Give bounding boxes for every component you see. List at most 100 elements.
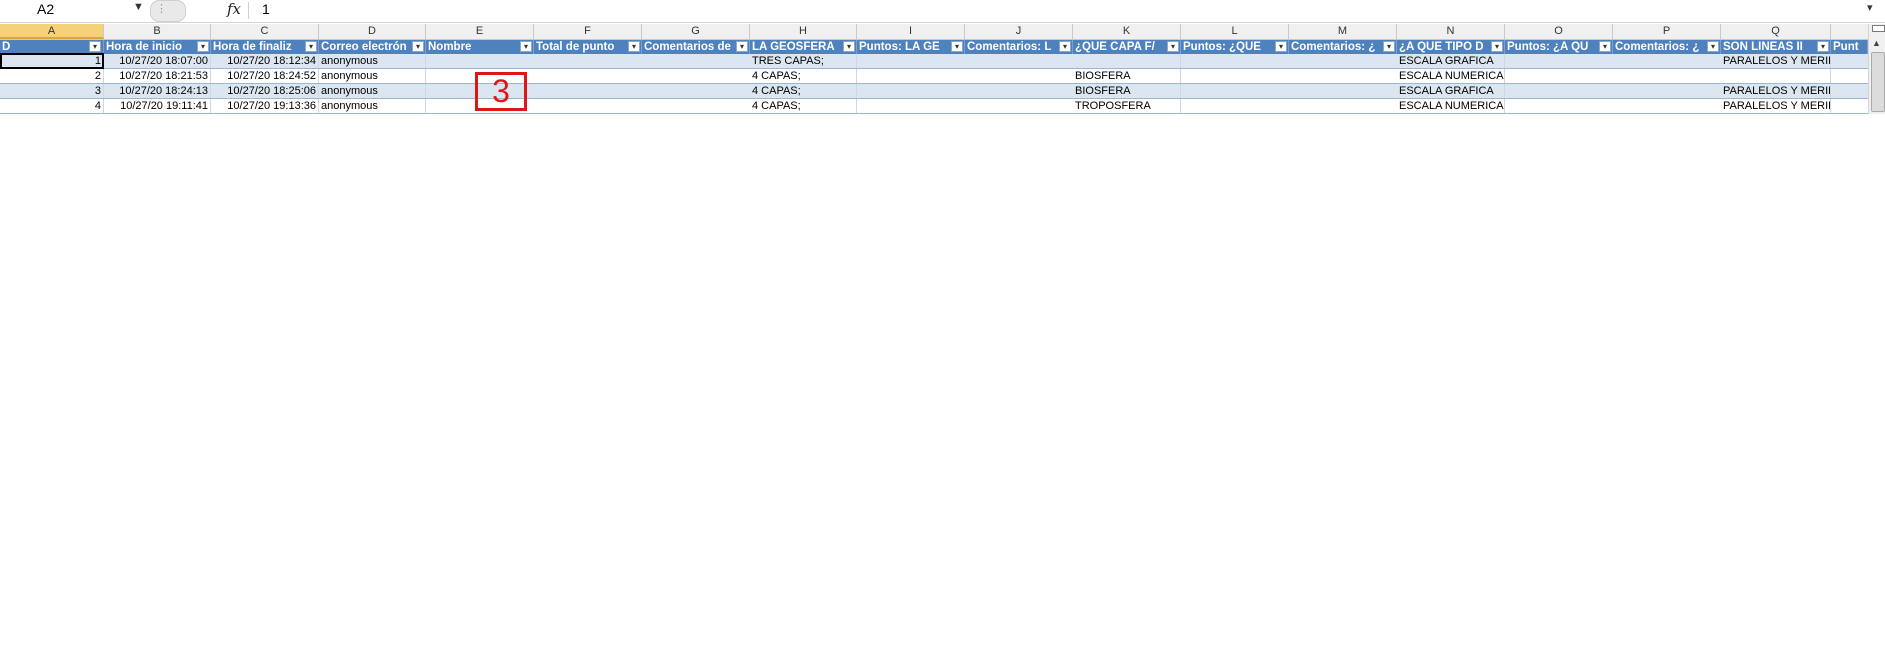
header-label: Comentarios: ¿ xyxy=(1615,41,1700,53)
table-header-cell[interactable]: Puntos: LA GE xyxy=(857,40,965,54)
cell-geosfera[interactable]: 4 CAPAS; xyxy=(750,84,857,98)
column-header-e[interactable]: E xyxy=(426,24,534,39)
filter-dropdown-icon[interactable]: ▾ xyxy=(1167,41,1179,52)
cell-start-time[interactable]: 10/27/20 19:11:41 xyxy=(104,99,211,113)
filter-dropdown-icon[interactable]: ▾ xyxy=(1817,41,1829,52)
cell-email[interactable]: anonymous xyxy=(319,69,426,83)
column-header-m[interactable]: M xyxy=(1289,24,1397,39)
cell-id[interactable]: 4 xyxy=(0,99,104,113)
column-header-o[interactable]: O xyxy=(1505,24,1613,39)
table-row: 1 10/27/20 18:07:00 10/27/20 18:12:34 an… xyxy=(0,54,1868,68)
cell-end-time[interactable]: 10/27/20 18:12:34 xyxy=(211,54,319,68)
filter-dropdown-icon[interactable]: ▾ xyxy=(1707,41,1719,52)
cell-id[interactable]: 2 xyxy=(0,69,104,83)
filter-dropdown-icon[interactable]: ▾ xyxy=(843,41,855,52)
column-header-k[interactable]: K xyxy=(1073,24,1181,39)
table-header-cell[interactable]: Hora de inicio xyxy=(104,40,211,54)
filter-dropdown-icon[interactable]: ▾ xyxy=(1275,41,1287,52)
filter-dropdown-icon[interactable]: ▾ xyxy=(305,41,317,52)
cell-capa[interactable]: BIOSFERA xyxy=(1073,69,1181,83)
table-header-cell[interactable]: Comentarios: ¿ xyxy=(1613,40,1721,54)
column-header-c[interactable]: C xyxy=(211,24,319,39)
header-label: SON LINEAS II xyxy=(1723,41,1803,53)
table-header-row: D ▾ Hora de inicio ▾ Hora de finaliz ▾ C… xyxy=(0,40,1868,54)
filter-dropdown-icon[interactable]: ▾ xyxy=(412,41,424,52)
cell-capa[interactable]: TROPOSFERA xyxy=(1073,99,1181,113)
table-header-cell[interactable]: Correo electrón xyxy=(319,40,426,54)
filter-dropdown-icon[interactable]: ▾ xyxy=(628,41,640,52)
insert-function-icon[interactable]: fx xyxy=(227,0,241,18)
table-header-cell[interactable]: Total de punto xyxy=(534,40,642,54)
column-header-a[interactable]: A xyxy=(0,24,104,39)
table-header-cell[interactable]: LA GEOSFERA xyxy=(750,40,857,54)
header-label: Correo electrón xyxy=(321,41,407,53)
table-header-cell[interactable]: ¿A QUE TIPO D xyxy=(1397,40,1505,54)
table-header-cell[interactable]: Hora de finaliz xyxy=(211,40,319,54)
column-header-b[interactable]: B xyxy=(104,24,211,39)
column-header-j[interactable]: J xyxy=(965,24,1073,39)
header-label: Puntos: ¿QUE xyxy=(1183,41,1261,53)
header-label: Comentarios: L xyxy=(967,41,1052,53)
filter-dropdown-icon[interactable]: ▾ xyxy=(1383,41,1395,52)
cell-geosfera[interactable]: TRES CAPAS; xyxy=(750,54,857,68)
filter-dropdown-icon[interactable]: ▾ xyxy=(1059,41,1071,52)
cell-lineas[interactable]: PARALELOS Y MERIDIAN xyxy=(1721,99,1831,113)
cell-geosfera[interactable]: 4 CAPAS; xyxy=(750,99,857,113)
cell-end-time[interactable]: 10/27/20 18:25:06 xyxy=(211,84,319,98)
filter-dropdown-icon[interactable]: ▾ xyxy=(89,41,101,52)
cell-email[interactable]: anonymous xyxy=(319,54,426,68)
split-box[interactable] xyxy=(1872,25,1885,32)
cell-escala[interactable]: ESCALA GRAFICA xyxy=(1397,54,1505,68)
cell-escala[interactable]: ESCALA NUMERICA xyxy=(1397,69,1505,83)
table-header-cell[interactable]: Nombre xyxy=(426,40,534,54)
expand-formula-bar-icon[interactable]: ▾ xyxy=(1867,1,1873,14)
scrollbar-thumb[interactable] xyxy=(1871,52,1885,112)
column-header-l[interactable]: L xyxy=(1181,24,1289,39)
filter-dropdown-icon[interactable]: ▾ xyxy=(1599,41,1611,52)
formula-input[interactable]: 1 xyxy=(262,1,270,17)
cell-id[interactable]: 3 xyxy=(0,84,104,98)
table-header-cell[interactable]: Puntos: ¿A QU xyxy=(1505,40,1613,54)
cell-lineas[interactable]: PARALELOS Y MERIDIAN xyxy=(1721,84,1831,98)
table-header-cell[interactable]: Comentarios de xyxy=(642,40,750,54)
cell-start-time[interactable]: 10/27/20 18:24:13 xyxy=(104,84,211,98)
chevron-down-icon[interactable]: ▼ xyxy=(133,1,144,13)
table-header-cell[interactable]: Punt xyxy=(1831,40,1868,54)
table-header-cell[interactable]: ¿QUE CAPA F/ xyxy=(1073,40,1181,54)
column-header-d[interactable]: D xyxy=(319,24,426,39)
vertical-scrollbar[interactable]: ▲ xyxy=(1868,24,1885,114)
column-header-q[interactable]: Q xyxy=(1721,24,1831,39)
filter-dropdown-icon[interactable]: ▾ xyxy=(1491,41,1503,52)
table-header-cell[interactable]: Comentarios: ¿ xyxy=(1289,40,1397,54)
cell-start-time[interactable]: 10/27/20 18:07:00 xyxy=(104,54,211,68)
cell-email[interactable]: anonymous xyxy=(319,99,426,113)
cell-escala[interactable]: ESCALA NUMERICA xyxy=(1397,99,1505,113)
formula-bar-grip[interactable]: ⋮ xyxy=(150,0,186,22)
column-header-p[interactable]: P xyxy=(1613,24,1721,39)
name-box[interactable]: A2 ▼ xyxy=(0,0,148,20)
table-header-cell[interactable]: SON LINEAS II xyxy=(1721,40,1831,54)
cell-end-time[interactable]: 10/27/20 19:13:36 xyxy=(211,99,319,113)
cell-escala[interactable]: ESCALA GRAFICA xyxy=(1397,84,1505,98)
column-header-i[interactable]: I xyxy=(857,24,965,39)
formula-bar: A2 ▼ ⋮ fx 1 ▾ xyxy=(0,0,1885,23)
filter-dropdown-icon[interactable]: ▾ xyxy=(197,41,209,52)
cell-start-time[interactable]: 10/27/20 18:21:53 xyxy=(104,69,211,83)
scroll-up-icon[interactable]: ▲ xyxy=(1872,38,1881,48)
column-header-n[interactable]: N xyxy=(1397,24,1505,39)
cell-lineas[interactable]: PARALELOS Y MERIDIAN xyxy=(1721,54,1831,68)
table-header-cell[interactable]: Comentarios: L xyxy=(965,40,1073,54)
cell-email[interactable]: anonymous xyxy=(319,84,426,98)
filter-dropdown-icon[interactable]: ▾ xyxy=(951,41,963,52)
cell-capa[interactable] xyxy=(1073,54,1181,68)
cell-geosfera[interactable]: 4 CAPAS; xyxy=(750,69,857,83)
table-header-cell[interactable]: Puntos: ¿QUE xyxy=(1181,40,1289,54)
cell-end-time[interactable]: 10/27/20 18:24:52 xyxy=(211,69,319,83)
column-header-h[interactable]: H xyxy=(750,24,857,39)
column-header-f[interactable]: F xyxy=(534,24,642,39)
cell-lineas[interactable] xyxy=(1721,69,1831,83)
filter-dropdown-icon[interactable]: ▾ xyxy=(736,41,748,52)
column-header-g[interactable]: G xyxy=(642,24,750,39)
cell-capa[interactable]: BIOSFERA xyxy=(1073,84,1181,98)
filter-dropdown-icon[interactable]: ▾ xyxy=(520,41,532,52)
